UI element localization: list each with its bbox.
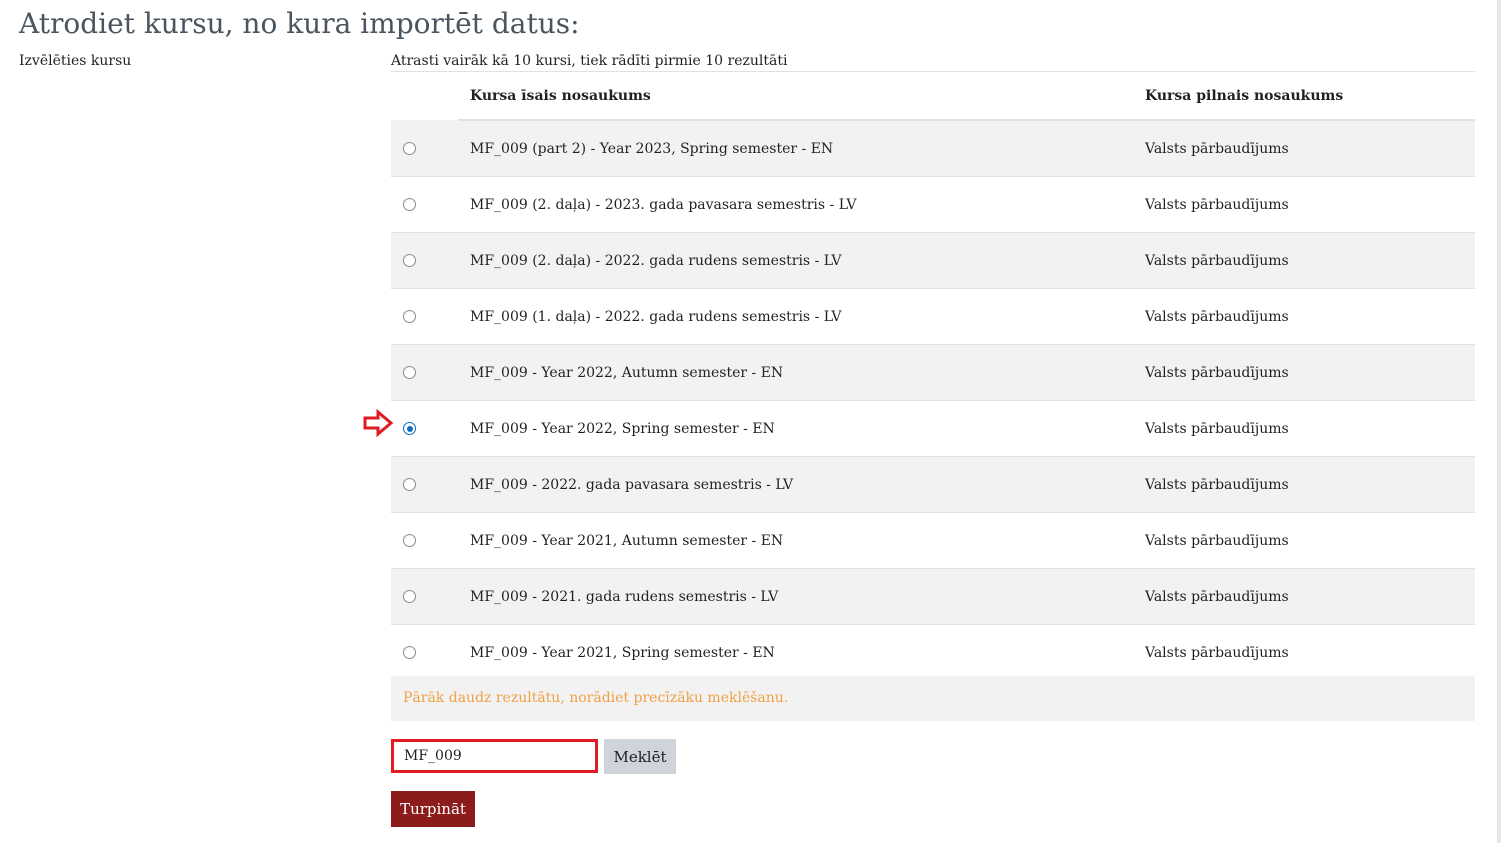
course-full-name: Valsts pārbaudījums [1133, 288, 1475, 345]
radio-icon[interactable] [403, 198, 416, 211]
table-row[interactable]: MF_009 (1. daļa) - 2022. gada rudens sem… [391, 288, 1475, 345]
select-cell [391, 344, 458, 401]
select-cell [391, 232, 458, 289]
select-cell [391, 176, 458, 233]
table-row[interactable]: MF_009 (2. daļa) - 2022. gada rudens sem… [391, 232, 1475, 289]
table-row[interactable]: MF_009 - 2022. gada pavasara semestris -… [391, 456, 1475, 513]
radio-icon[interactable] [403, 590, 416, 603]
radio-icon[interactable] [403, 141, 416, 155]
courses-table-wrapper: Kursa īsais nosaukums Kursa pilnais nosa… [391, 71, 1475, 681]
course-full-name: Valsts pārbaudījums [1133, 344, 1475, 401]
course-full-name: Valsts pārbaudījums [1133, 456, 1475, 513]
results-info: Atrasti vairāk kā 10 kursi, tiek rādīti … [391, 53, 788, 69]
radio-icon[interactable] [403, 254, 416, 267]
radio-icon[interactable] [403, 534, 416, 547]
course-full-name: Valsts pārbaudījums [1133, 568, 1475, 625]
courses-table-body: MF_009 (part 2) - Year 2023, Spring seme… [391, 120, 1475, 681]
course-short-name: MF_009 (1. daļa) - 2022. gada rudens sem… [458, 288, 1133, 345]
table-row[interactable]: MF_009 - Year 2021, Spring semester - EN… [391, 624, 1475, 681]
window-edge [1497, 0, 1501, 843]
course-short-name: MF_009 - Year 2022, Autumn semester - EN [458, 344, 1133, 401]
field-label: Izvēlēties kursu [19, 53, 132, 69]
course-full-name: Valsts pārbaudījums [1133, 512, 1475, 569]
course-full-name: Valsts pārbaudījums [1133, 176, 1475, 233]
radio-selected-icon[interactable] [403, 422, 416, 435]
continue-button[interactable]: Turpināt [391, 791, 475, 827]
select-column-header [391, 72, 458, 120]
table-row[interactable]: MF_009 - 2021. gada rudens semestris - L… [391, 568, 1475, 625]
radio-icon[interactable] [403, 478, 416, 491]
course-short-name: MF_009 - 2021. gada rudens semestris - L… [458, 568, 1133, 625]
radio-icon[interactable] [403, 366, 416, 379]
course-short-name: MF_009 - 2022. gada pavasara semestris -… [458, 456, 1133, 513]
table-row[interactable]: MF_009 (part 2) - Year 2023, Spring seme… [391, 120, 1475, 177]
table-row[interactable]: MF_009 (2. daļa) - 2023. gada pavasara s… [391, 176, 1475, 233]
select-cell [391, 120, 458, 177]
short-name-column-header: Kursa īsais nosaukums [458, 72, 1133, 121]
too-many-results-message: Pārāk daudz rezultātu, norādiet precīzāk… [391, 676, 1475, 721]
table-header-row: Kursa īsais nosaukums Kursa pilnais nosa… [391, 72, 1475, 121]
radio-icon[interactable] [403, 646, 416, 659]
select-cell [391, 288, 458, 345]
course-full-name: Valsts pārbaudījums [1133, 624, 1475, 681]
radio-icon[interactable] [403, 310, 416, 323]
course-short-name: MF_009 - Year 2022, Spring semester - EN [458, 400, 1133, 457]
select-cell [391, 512, 458, 569]
arrow-right-icon [363, 409, 394, 437]
course-short-name: MF_009 - Year 2021, Autumn semester - EN [458, 512, 1133, 569]
search-button[interactable]: Meklēt [604, 739, 676, 774]
table-row[interactable]: MF_009 - Year 2022, Autumn semester - EN… [391, 344, 1475, 401]
table-row[interactable]: MF_009 - Year 2022, Spring semester - EN… [391, 400, 1475, 457]
table-row[interactable]: MF_009 - Year 2021, Autumn semester - EN… [391, 512, 1475, 569]
page-title: Atrodiet kursu, no kura importēt datus: [19, 7, 580, 40]
select-cell [391, 568, 458, 625]
course-short-name: MF_009 (part 2) - Year 2023, Spring seme… [458, 120, 1133, 177]
select-cell [391, 400, 458, 457]
courses-table: Kursa īsais nosaukums Kursa pilnais nosa… [391, 72, 1475, 681]
full-name-column-header: Kursa pilnais nosaukums [1133, 72, 1475, 121]
course-short-name: MF_009 - Year 2021, Spring semester - EN [458, 624, 1133, 681]
course-full-name: Valsts pārbaudījums [1133, 120, 1475, 177]
course-full-name: Valsts pārbaudījums [1133, 232, 1475, 289]
select-cell [391, 456, 458, 513]
course-short-name: MF_009 (2. daļa) - 2022. gada rudens sem… [458, 232, 1133, 289]
search-input[interactable] [391, 739, 598, 773]
course-short-name: MF_009 (2. daļa) - 2023. gada pavasara s… [458, 176, 1133, 233]
select-cell [391, 624, 458, 681]
course-full-name: Valsts pārbaudījums [1133, 400, 1475, 457]
